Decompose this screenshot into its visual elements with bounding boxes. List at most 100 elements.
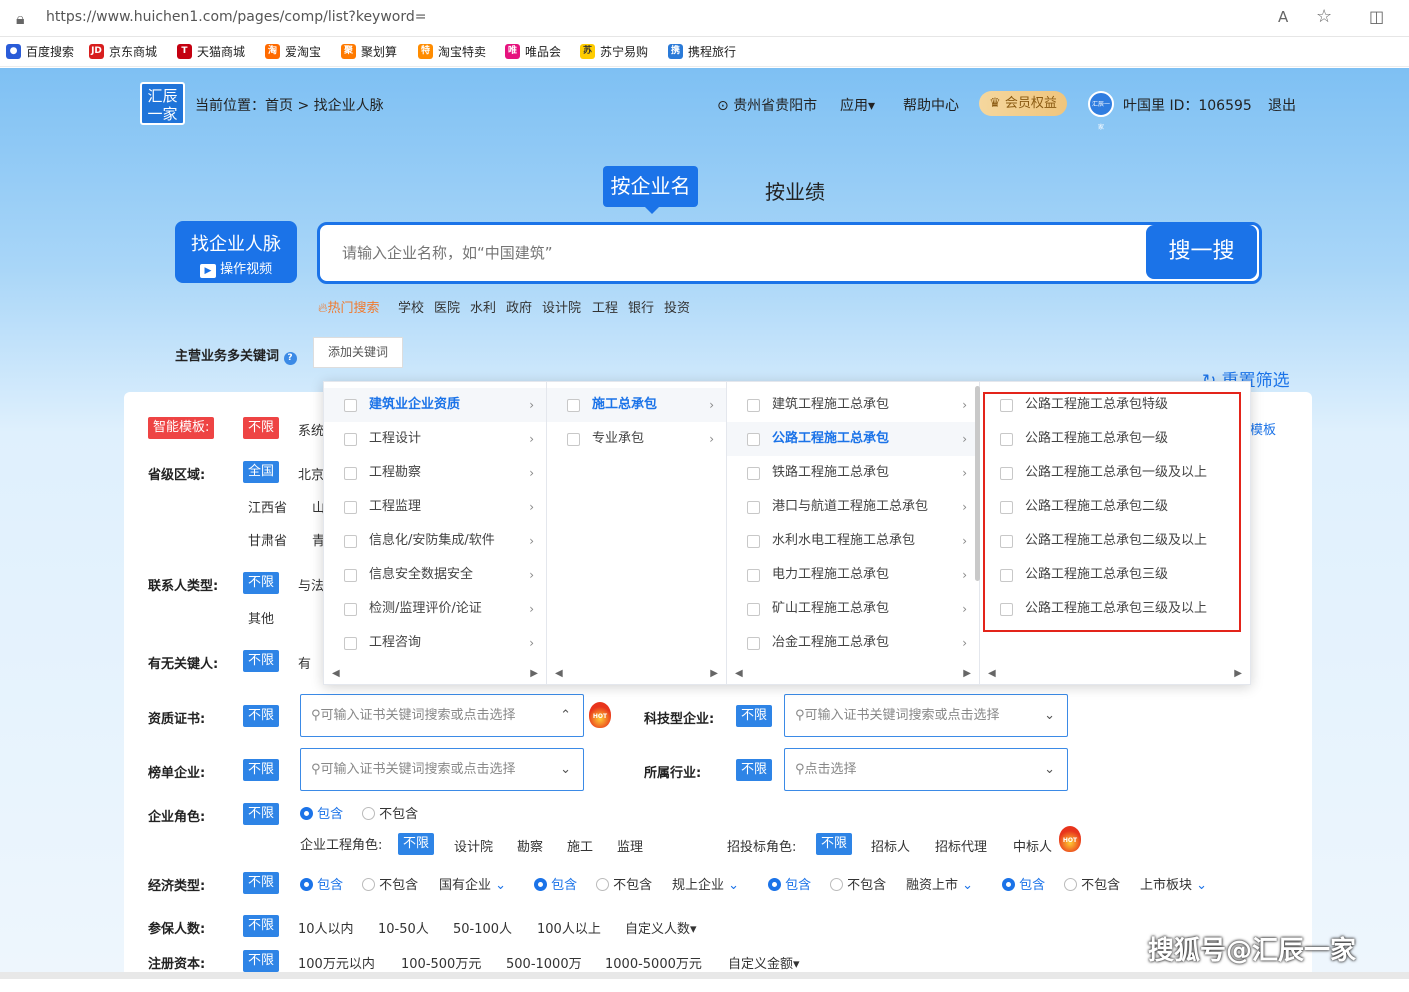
- econ-exclude-radio[interactable]: 不包含: [362, 874, 418, 893]
- checkbox[interactable]: [344, 467, 357, 480]
- add-keyword-button[interactable]: 添加关键词: [313, 337, 403, 368]
- bid-role-option[interactable]: 招标人: [871, 836, 910, 855]
- capital-custom-select[interactable]: 自定义金额▾: [728, 953, 800, 972]
- insured-count-all[interactable]: 不限: [243, 915, 280, 937]
- cascader-option[interactable]: 冶金工程施工总承包 ›: [727, 626, 979, 660]
- checkbox[interactable]: [747, 569, 760, 582]
- bid-role-option[interactable]: 中标人: [1013, 836, 1052, 855]
- company-role-all[interactable]: 不限: [243, 803, 280, 825]
- checkbox[interactable]: [344, 603, 357, 616]
- cascader-option[interactable]: 矿山工程施工总承包 ›: [727, 592, 979, 626]
- engineering-role-option[interactable]: 设计院: [454, 836, 493, 855]
- capital-option[interactable]: 500-1000万: [506, 953, 582, 972]
- insured-count-option[interactable]: 100人以上: [537, 918, 601, 937]
- avatar[interactable]: 汇辰一家: [1088, 91, 1114, 131]
- cascader-option[interactable]: 工程监理 ›: [324, 490, 546, 524]
- cascader-option[interactable]: 公路工程施工总承包 ›: [727, 422, 979, 456]
- site-logo[interactable]: 汇辰 一家: [140, 82, 185, 125]
- cascader-option[interactable]: 施工总承包 ›: [547, 388, 726, 422]
- checkbox[interactable]: [747, 399, 760, 412]
- engineering-role-all[interactable]: 不限: [398, 833, 435, 855]
- find-contacts-button[interactable]: 找企业人脉 ▶ 操作视频: [175, 221, 297, 283]
- horizontal-scrollbar[interactable]: ◀ ▶: [547, 668, 726, 682]
- bookmark-item[interactable]: 聚聚划算: [341, 43, 397, 60]
- checkbox[interactable]: [567, 399, 580, 412]
- cascader-option[interactable]: 检测/监理评价/论证 ›: [324, 592, 546, 626]
- cascader-option[interactable]: 专业承包 ›: [547, 422, 726, 456]
- cascader-option[interactable]: 工程咨询 ›: [324, 626, 546, 660]
- hot-search-item[interactable]: 工程: [592, 297, 618, 316]
- template-link[interactable]: 模板: [1250, 419, 1276, 438]
- insured-custom-select[interactable]: 自定义人数▾: [625, 918, 697, 937]
- url-text[interactable]: https://www.huichen1.com/pages/comp/list…: [46, 9, 427, 25]
- bookmark-item[interactable]: T 天猫商城: [177, 43, 245, 60]
- hot-search-item[interactable]: 学校: [398, 297, 424, 316]
- search-button[interactable]: 搜一搜: [1146, 225, 1257, 279]
- cascader-option[interactable]: 工程设计 ›: [324, 422, 546, 456]
- economic-type-all[interactable]: 不限: [243, 872, 280, 894]
- ranking-all[interactable]: 不限: [243, 759, 280, 781]
- cascader-option[interactable]: 信息安全数据安全 ›: [324, 558, 546, 592]
- checkbox[interactable]: [747, 603, 760, 616]
- engineering-role-option[interactable]: 施工: [567, 836, 593, 855]
- bookmark-item[interactable]: 唯唯品会: [505, 43, 561, 60]
- capital-option[interactable]: 1000-5000万元: [605, 953, 702, 972]
- region-option[interactable]: 江西省: [248, 497, 287, 516]
- econ-group-select[interactable]: 融资上市 ⌄: [906, 874, 973, 893]
- region-option[interactable]: 甘肃省: [248, 530, 287, 549]
- region-option[interactable]: 北京: [298, 464, 324, 483]
- bookmark-item[interactable]: 特淘宝特卖: [418, 43, 486, 60]
- cascader-option[interactable]: 电力工程施工总承包 ›: [727, 558, 979, 592]
- template-system[interactable]: 系统: [298, 420, 324, 439]
- bookmark-item[interactable]: ● 百度搜索: [6, 43, 74, 60]
- hot-search-item[interactable]: 投资: [664, 297, 690, 316]
- split-screen-icon[interactable]: ◫: [1369, 7, 1384, 26]
- favorite-star-icon[interactable]: ☆: [1316, 6, 1332, 27]
- econ-include-radio[interactable]: 包含: [300, 874, 343, 893]
- registered-capital-all[interactable]: 不限: [243, 950, 280, 972]
- econ-group-select[interactable]: 上市板块 ⌄: [1140, 874, 1207, 893]
- hot-search-item[interactable]: 政府: [506, 297, 532, 316]
- key-person-all[interactable]: 不限: [243, 650, 280, 672]
- logout-link[interactable]: 退出: [1268, 95, 1296, 115]
- bookmark-item[interactable]: 携携程旅行: [668, 43, 736, 60]
- capital-option[interactable]: 100万元以内: [298, 953, 375, 972]
- cascader-option[interactable]: 港口与航道工程施工总承包 ›: [727, 490, 979, 524]
- bookmark-item[interactable]: JD 京东商城: [89, 43, 157, 60]
- econ-include-radio[interactable]: 包含: [768, 874, 811, 893]
- region-all[interactable]: 全国: [243, 461, 280, 483]
- template-unlimited[interactable]: 不限: [243, 417, 280, 439]
- help-icon[interactable]: ?: [283, 352, 297, 365]
- econ-exclude-radio[interactable]: 不包含: [830, 874, 886, 893]
- engineering-role-option[interactable]: 勘察: [517, 836, 543, 855]
- bookmark-item[interactable]: 苏苏宁易购: [580, 43, 648, 60]
- insured-count-option[interactable]: 10人以内: [298, 918, 354, 937]
- contact-type-all[interactable]: 不限: [243, 572, 280, 594]
- checkbox[interactable]: [747, 637, 760, 650]
- industry-all[interactable]: 不限: [736, 759, 773, 781]
- ranking-select[interactable]: ⚲可输入证书关键词搜索或点击选择 ⌄: [300, 748, 584, 791]
- capital-option[interactable]: 100-500万元: [401, 953, 481, 972]
- horizontal-scrollbar[interactable]: ◀ ▶: [980, 668, 1250, 682]
- hot-search-item[interactable]: 银行: [628, 297, 654, 316]
- certificate-all[interactable]: 不限: [243, 705, 280, 727]
- econ-exclude-radio[interactable]: 不包含: [1064, 874, 1120, 893]
- econ-exclude-radio[interactable]: 不包含: [596, 874, 652, 893]
- checkbox[interactable]: [747, 501, 760, 514]
- cascader-option[interactable]: 铁路工程施工总承包 ›: [727, 456, 979, 490]
- checkbox[interactable]: [344, 433, 357, 446]
- checkbox[interactable]: [344, 569, 357, 582]
- bookmark-item[interactable]: 淘爱淘宝: [265, 43, 321, 60]
- tab-by-performance[interactable]: 按业绩: [765, 176, 825, 205]
- contact-type-option[interactable]: 与法: [298, 575, 324, 594]
- tab-by-company-name[interactable]: 按企业名: [603, 166, 698, 214]
- bid-role-all[interactable]: 不限: [816, 833, 853, 855]
- econ-group-select[interactable]: 国有企业 ⌄: [439, 874, 506, 893]
- checkbox[interactable]: [344, 501, 357, 514]
- cascader-option[interactable]: 水利水电工程施工总承包 ›: [727, 524, 979, 558]
- apps-menu[interactable]: 应用▾: [840, 95, 875, 115]
- tech-enterprise-all[interactable]: 不限: [736, 705, 773, 727]
- cascader-option[interactable]: 工程勘察 ›: [324, 456, 546, 490]
- cascader-option[interactable]: 建筑工程施工总承包 ›: [727, 388, 979, 422]
- certificate-select[interactable]: ⚲可输入证书关键词搜索或点击选择 ⌃: [300, 694, 584, 737]
